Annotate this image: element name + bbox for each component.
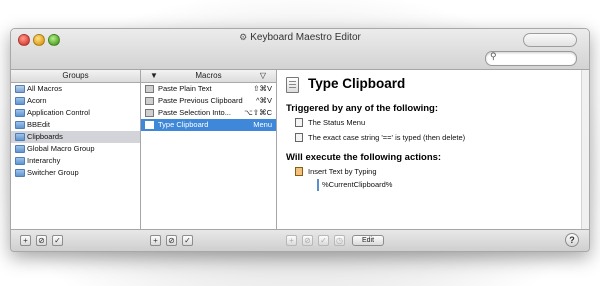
clock-icon[interactable]: ◷ bbox=[334, 235, 345, 246]
macro-icon bbox=[145, 85, 154, 93]
trigger-status-menu[interactable]: The Status Menu bbox=[295, 117, 365, 128]
editor-window: ⚙ Keyboard Maestro Editor ⚲ Groups All Ma… bbox=[10, 28, 590, 252]
macro-item-paste-selection-into[interactable]: Paste Selection Into... ⌥⇧⌘C bbox=[141, 107, 276, 119]
disable-action-button[interactable]: ⊘ bbox=[302, 235, 313, 246]
group-item-label: BBEdit bbox=[27, 120, 50, 129]
folder-icon bbox=[15, 169, 25, 177]
folder-icon bbox=[15, 109, 25, 117]
add-group-button[interactable]: + bbox=[20, 235, 31, 246]
macro-editor-pane: Type Clipboard Triggered by any of the f… bbox=[277, 70, 589, 229]
enable-macro-button[interactable]: ✓ bbox=[182, 235, 193, 246]
macro-item-label: Type Clipboard bbox=[158, 120, 209, 129]
macro-hotkey: Menu bbox=[253, 120, 272, 129]
macros-header-label: Macros bbox=[195, 71, 222, 80]
trigger-typed-string[interactable]: The exact case string '==' is typed (the… bbox=[295, 132, 465, 143]
menu-trigger-icon bbox=[295, 118, 303, 127]
bottom-bar: + ⊘ ✓ + ⊘ ✓ + ⊘ ✓ ◷ Edit ? bbox=[11, 229, 589, 251]
macro-icon bbox=[145, 121, 154, 129]
group-item-label: Switcher Group bbox=[27, 168, 79, 177]
trigger-label: The exact case string '==' is typed (the… bbox=[308, 133, 466, 142]
toolbar-toggle-button[interactable] bbox=[523, 33, 577, 47]
macro-item-label: Paste Selection Into... bbox=[158, 108, 231, 117]
triggers-heading: Triggered by any of the following: bbox=[286, 103, 439, 114]
macro-item-label: Paste Plain Text bbox=[158, 84, 212, 93]
macros-pane: ▼ Macros ▽ Paste Plain Text ⇧⌘V Paste Pr… bbox=[141, 70, 277, 229]
macro-icon bbox=[145, 97, 154, 105]
groups-pane: Groups All Macros Acorn Application Cont… bbox=[11, 70, 141, 229]
macro-item-paste-previous-clipboard[interactable]: Paste Previous Clipboard ^⌘V bbox=[141, 95, 276, 107]
group-item-bbedit[interactable]: BBEdit bbox=[11, 119, 140, 131]
group-item-global-macro-group[interactable]: Global Macro Group bbox=[11, 143, 140, 155]
group-item-label: Acorn bbox=[27, 96, 47, 105]
groups-header-label: Groups bbox=[62, 71, 89, 80]
action-label: Insert Text by Typing bbox=[308, 167, 377, 176]
sort-descending-icon[interactable]: ▼ bbox=[150, 70, 158, 82]
actions-heading: Will execute the following actions: bbox=[286, 152, 442, 163]
group-item-switcher-group[interactable]: Switcher Group bbox=[11, 167, 140, 179]
search-field[interactable]: ⚲ bbox=[485, 51, 577, 66]
group-item-interarchy[interactable]: Interarchy bbox=[11, 155, 140, 167]
help-button[interactable]: ? bbox=[565, 233, 579, 247]
enable-action-button[interactable]: ✓ bbox=[318, 235, 329, 246]
macros-column-header[interactable]: ▼ Macros ▽ bbox=[141, 70, 276, 83]
folder-icon bbox=[15, 133, 25, 141]
action-text-value[interactable]: %CurrentClipboard% bbox=[317, 179, 392, 191]
folder-icon bbox=[15, 157, 25, 165]
smart-folder-icon bbox=[15, 85, 25, 93]
group-item-label: Clipboards bbox=[27, 132, 63, 141]
clipboard-icon bbox=[286, 77, 299, 93]
group-item-acorn[interactable]: Acorn bbox=[11, 95, 140, 107]
group-item-label: Interarchy bbox=[27, 156, 61, 165]
folder-icon bbox=[15, 145, 25, 153]
group-item-clipboards[interactable]: Clipboards bbox=[11, 131, 140, 143]
edit-button[interactable]: Edit bbox=[352, 235, 384, 246]
macro-hotkey: ⇧⌘V bbox=[253, 84, 272, 93]
group-item-label: All Macros bbox=[27, 84, 63, 93]
group-item-label: Global Macro Group bbox=[27, 144, 95, 153]
macro-hotkey: ⌥⇧⌘C bbox=[244, 108, 272, 117]
macro-icon bbox=[145, 109, 154, 117]
folder-icon bbox=[15, 97, 25, 105]
editor-scrollbar[interactable] bbox=[581, 70, 589, 229]
group-item-all-macros[interactable]: All Macros bbox=[11, 83, 140, 95]
macro-title[interactable]: Type Clipboard bbox=[308, 76, 405, 91]
insert-text-action-icon bbox=[295, 167, 303, 176]
add-macro-button[interactable]: + bbox=[150, 235, 161, 246]
search-input[interactable] bbox=[500, 52, 570, 64]
folder-icon bbox=[15, 121, 25, 129]
macro-item-type-clipboard[interactable]: Type Clipboard Menu bbox=[141, 119, 276, 131]
groups-column-header[interactable]: Groups bbox=[11, 70, 140, 83]
window-title-text: Keyboard Maestro Editor bbox=[250, 32, 361, 43]
typed-string-trigger-icon bbox=[295, 133, 303, 142]
macro-item-label: Paste Previous Clipboard bbox=[158, 96, 243, 105]
group-item-application-control[interactable]: Application Control bbox=[11, 107, 140, 119]
macro-item-paste-plain-text[interactable]: Paste Plain Text ⇧⌘V bbox=[141, 83, 276, 95]
enable-group-button[interactable]: ✓ bbox=[52, 235, 63, 246]
search-icon: ⚲ bbox=[490, 51, 497, 61]
disable-group-button[interactable]: ⊘ bbox=[36, 235, 47, 246]
group-item-label: Application Control bbox=[27, 108, 90, 117]
title-bar[interactable]: ⚙ Keyboard Maestro Editor ⚲ bbox=[11, 29, 589, 70]
disable-macro-button[interactable]: ⊘ bbox=[166, 235, 177, 246]
macro-hotkey: ^⌘V bbox=[255, 96, 272, 105]
action-insert-text-by-typing[interactable]: Insert Text by Typing bbox=[295, 166, 377, 177]
keyboard-maestro-icon: ⚙ bbox=[239, 32, 248, 42]
trigger-label: The Status Menu bbox=[308, 118, 366, 127]
window-title: ⚙ Keyboard Maestro Editor bbox=[11, 32, 589, 43]
filter-triangle-icon[interactable]: ▽ bbox=[260, 70, 266, 82]
add-action-button[interactable]: + bbox=[286, 235, 297, 246]
